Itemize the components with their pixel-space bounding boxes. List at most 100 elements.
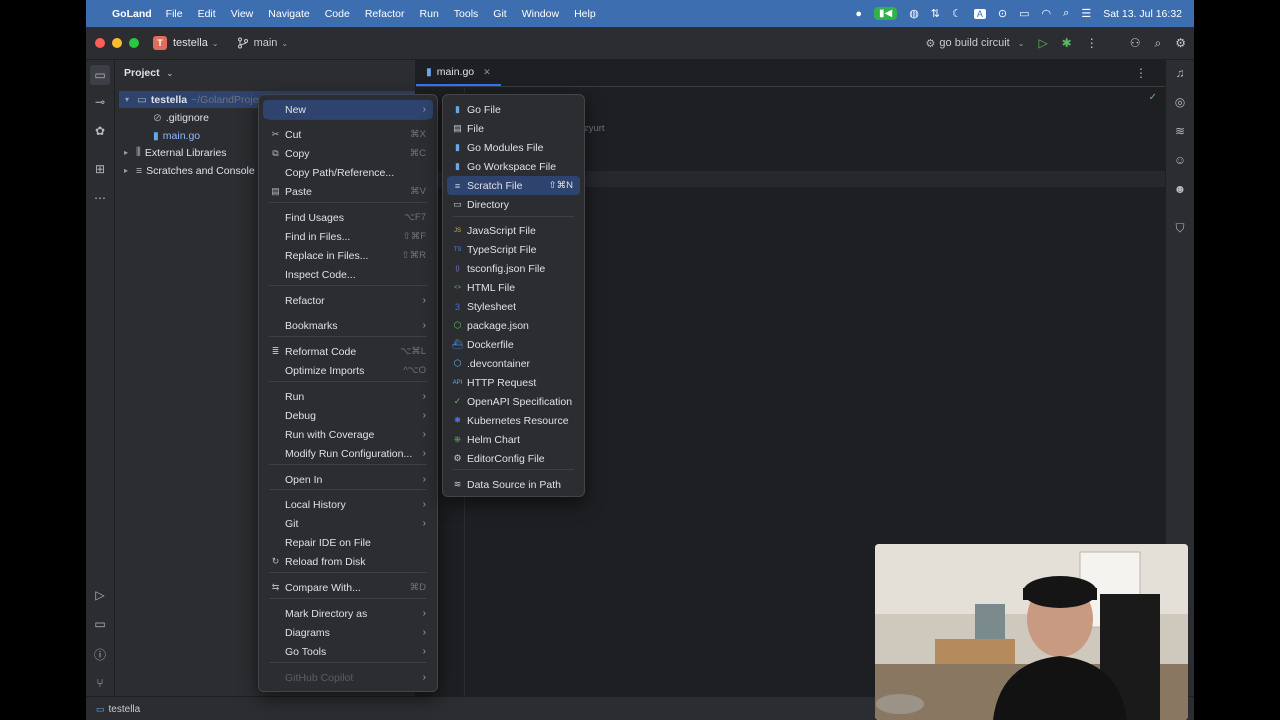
menu-item-repair-ide-on-file[interactable]: Repair IDE on File [263, 533, 433, 552]
new-item-editorconfig-file[interactable]: ⚙ EditorConfig File [447, 449, 580, 468]
new-item-openapi-specification[interactable]: ✓ OpenAPI Specification [447, 392, 580, 411]
transfer-icon[interactable]: ⇅ [931, 7, 940, 20]
search-everywhere-icon[interactable]: ⌕ [1155, 36, 1162, 51]
settings-icon[interactable]: ⚙ [1175, 36, 1186, 50]
new-item-javascript-file[interactable]: JS JavaScript File [447, 221, 580, 240]
new-item-data-source-in-path[interactable]: ≋ Data Source in Path [447, 475, 580, 494]
new-item-go-workspace-file[interactable]: ▮ Go Workspace File [447, 157, 580, 176]
play-icon[interactable]: ⊙ [998, 7, 1007, 20]
new-item-file[interactable]: ▤ File [447, 119, 580, 138]
menu-item-mark-directory-as[interactable]: Mark Directory as › [263, 604, 433, 623]
menubar-item-code[interactable]: Code [325, 8, 350, 20]
chevron-down-icon[interactable]: ▾ [125, 95, 137, 104]
debug-icon[interactable]: ✱ [1062, 36, 1072, 50]
menu-item-reload-from-disk[interactable]: ↻ Reload from Disk [263, 552, 433, 571]
menu-item-bookmarks[interactable]: Bookmarks › [263, 316, 433, 335]
menu-item-cut[interactable]: ✂ Cut ⌘X [263, 125, 433, 144]
toggles-icon[interactable]: ☰ [1081, 7, 1091, 20]
menubar-item-edit[interactable]: Edit [198, 8, 216, 20]
menu-item-inspect-code[interactable]: Inspect Code... [263, 265, 433, 284]
menu-item-diagrams[interactable]: Diagrams › [263, 623, 433, 642]
new-item-stylesheet[interactable]: 3 Stylesheet [447, 297, 580, 316]
keyboard-input-icon[interactable]: A [973, 8, 986, 19]
menu-item-find-usages[interactable]: Find Usages ⌥F7 [263, 208, 433, 227]
close-window-button[interactable] [95, 38, 105, 48]
menu-item-git[interactable]: Git › [263, 514, 433, 533]
commit-tool-icon[interactable]: ⊸ [92, 94, 108, 110]
new-item-package-json[interactable]: ⬡ package.json [447, 316, 580, 335]
problems-tool-icon[interactable]: ⓘ [92, 646, 108, 662]
menu-item-copy-path-reference[interactable]: Copy Path/Reference... [263, 163, 433, 182]
menu-item-run-with-coverage[interactable]: Run with Coverage › [263, 425, 433, 444]
tree-item-scratches[interactable]: ▸ ≡ Scratches and Console [124, 162, 255, 179]
tab-main-go[interactable]: ▮ main.go ✕ [416, 60, 501, 86]
close-icon[interactable]: ✕ [483, 67, 491, 78]
menubar-item-refactor[interactable]: Refactor [365, 8, 405, 20]
more-actions-icon[interactable]: ⋮ [1086, 36, 1098, 50]
ai-assistant-icon[interactable]: ◎ [1172, 94, 1188, 110]
tree-item-main-go[interactable]: ▮ main.go [153, 127, 200, 144]
add-user-icon[interactable]: ⚇ [1130, 36, 1141, 50]
record-icon[interactable]: ● [855, 8, 862, 20]
project-panel-title[interactable]: Project ⌄ [124, 67, 173, 79]
menu-item-local-history[interactable]: Local History › [263, 495, 433, 514]
new-item-scratch-file[interactable]: ≡ Scratch File ⇧⌘N [447, 176, 580, 195]
copilot-icon[interactable]: ☺ [1172, 152, 1188, 168]
new-item-html-file[interactable]: <> HTML File [447, 278, 580, 297]
tab-options-icon[interactable]: ⋮ [1135, 66, 1147, 80]
more-tools-icon[interactable]: ⋯ [92, 190, 108, 206]
menu-item-modify-run-configuration[interactable]: Modify Run Configuration... › [263, 444, 433, 463]
menu-item-github-copilot[interactable]: GitHub Copilot › [263, 668, 433, 687]
new-item-kubernetes-resource[interactable]: ✸ Kubernetes Resource [447, 411, 580, 430]
menubar-item-file[interactable]: File [166, 8, 183, 20]
minimize-window-button[interactable] [112, 38, 122, 48]
moon-icon[interactable]: ☾ [952, 7, 962, 20]
project-tool-icon[interactable]: ▭ [90, 65, 110, 85]
new-item-tsconfig-json-file[interactable]: {} tsconfig.json File [447, 259, 580, 278]
run-icon[interactable]: ▷ [1038, 36, 1047, 50]
menubar-item-help[interactable]: Help [574, 8, 596, 20]
menubar-app-name[interactable]: GoLand [112, 8, 152, 20]
new-item-helm-chart[interactable]: ⎈ Helm Chart [447, 430, 580, 449]
camera-indicator-icon[interactable]: ▮◀ [873, 7, 898, 20]
notifications-icon[interactable]: ♫ [1172, 65, 1188, 81]
search-icon[interactable]: ⌕ [1063, 7, 1069, 20]
database-icon[interactable]: ≋ [1172, 123, 1188, 139]
menu-item-go-tools[interactable]: Go Tools › [263, 642, 433, 661]
menu-item-open-in[interactable]: Open In › [263, 470, 433, 489]
chevron-right-icon[interactable]: ▸ [124, 166, 136, 175]
copilot-chat-icon[interactable]: ☻ [1172, 181, 1188, 197]
menubar-item-navigate[interactable]: Navigate [268, 8, 309, 20]
menubar-item-run[interactable]: Run [420, 8, 439, 20]
menu-item-find-in-files[interactable]: Find in Files... ⇧⌘F [263, 227, 433, 246]
battery-icon[interactable]: ▭ [1019, 7, 1029, 20]
tree-item-external-libraries[interactable]: ▸ ⫼ External Libraries [124, 144, 227, 161]
new-item-typescript-file[interactable]: TS TypeScript File [447, 240, 580, 259]
inspection-ok-icon[interactable]: ✓ [1149, 92, 1157, 103]
menu-item-debug[interactable]: Debug › [263, 406, 433, 425]
menu-item-optimize-imports[interactable]: Optimize Imports ^⌥O [263, 361, 433, 380]
menubar-item-view[interactable]: View [231, 8, 254, 20]
run-tool-icon[interactable]: ▷ [92, 587, 108, 603]
menu-item-refactor[interactable]: Refactor › [263, 291, 433, 310]
shield-icon[interactable]: ⛉ [1172, 220, 1188, 236]
new-item-dockerfile[interactable]: ⛴ Dockerfile [447, 335, 580, 354]
menu-item-copy[interactable]: ⧉ Copy ⌘C [263, 144, 433, 163]
zoom-window-button[interactable] [129, 38, 139, 48]
new-item-directory[interactable]: ▭ Directory [447, 195, 580, 214]
new-item-go-file[interactable]: ▮ Go File [447, 100, 580, 119]
menu-item-compare-with[interactable]: ⇆ Compare With... ⌘D [263, 578, 433, 597]
run-configuration-selector[interactable]: ⚙ go build circuit ⌄ [926, 37, 1025, 50]
new-item-devcontainer[interactable]: ⬡ .devcontainer [447, 354, 580, 373]
status-project[interactable]: testella [109, 704, 141, 715]
menubar-item-git[interactable]: Git [493, 8, 506, 20]
branch-switcher[interactable]: main ⌄ [237, 37, 288, 49]
new-item-go-modules-file[interactable]: ▮ Go Modules File [447, 138, 580, 157]
wifi-icon[interactable]: ◠ [1042, 7, 1052, 20]
menu-item-new[interactable]: New › [263, 100, 433, 119]
controlcenter-icon[interactable]: ◍ [909, 7, 919, 20]
menu-item-run[interactable]: Run › [263, 387, 433, 406]
new-item-http-request[interactable]: API HTTP Request [447, 373, 580, 392]
menu-item-replace-in-files[interactable]: Replace in Files... ⇧⌘R [263, 246, 433, 265]
menubar-item-tools[interactable]: Tools [454, 8, 479, 20]
